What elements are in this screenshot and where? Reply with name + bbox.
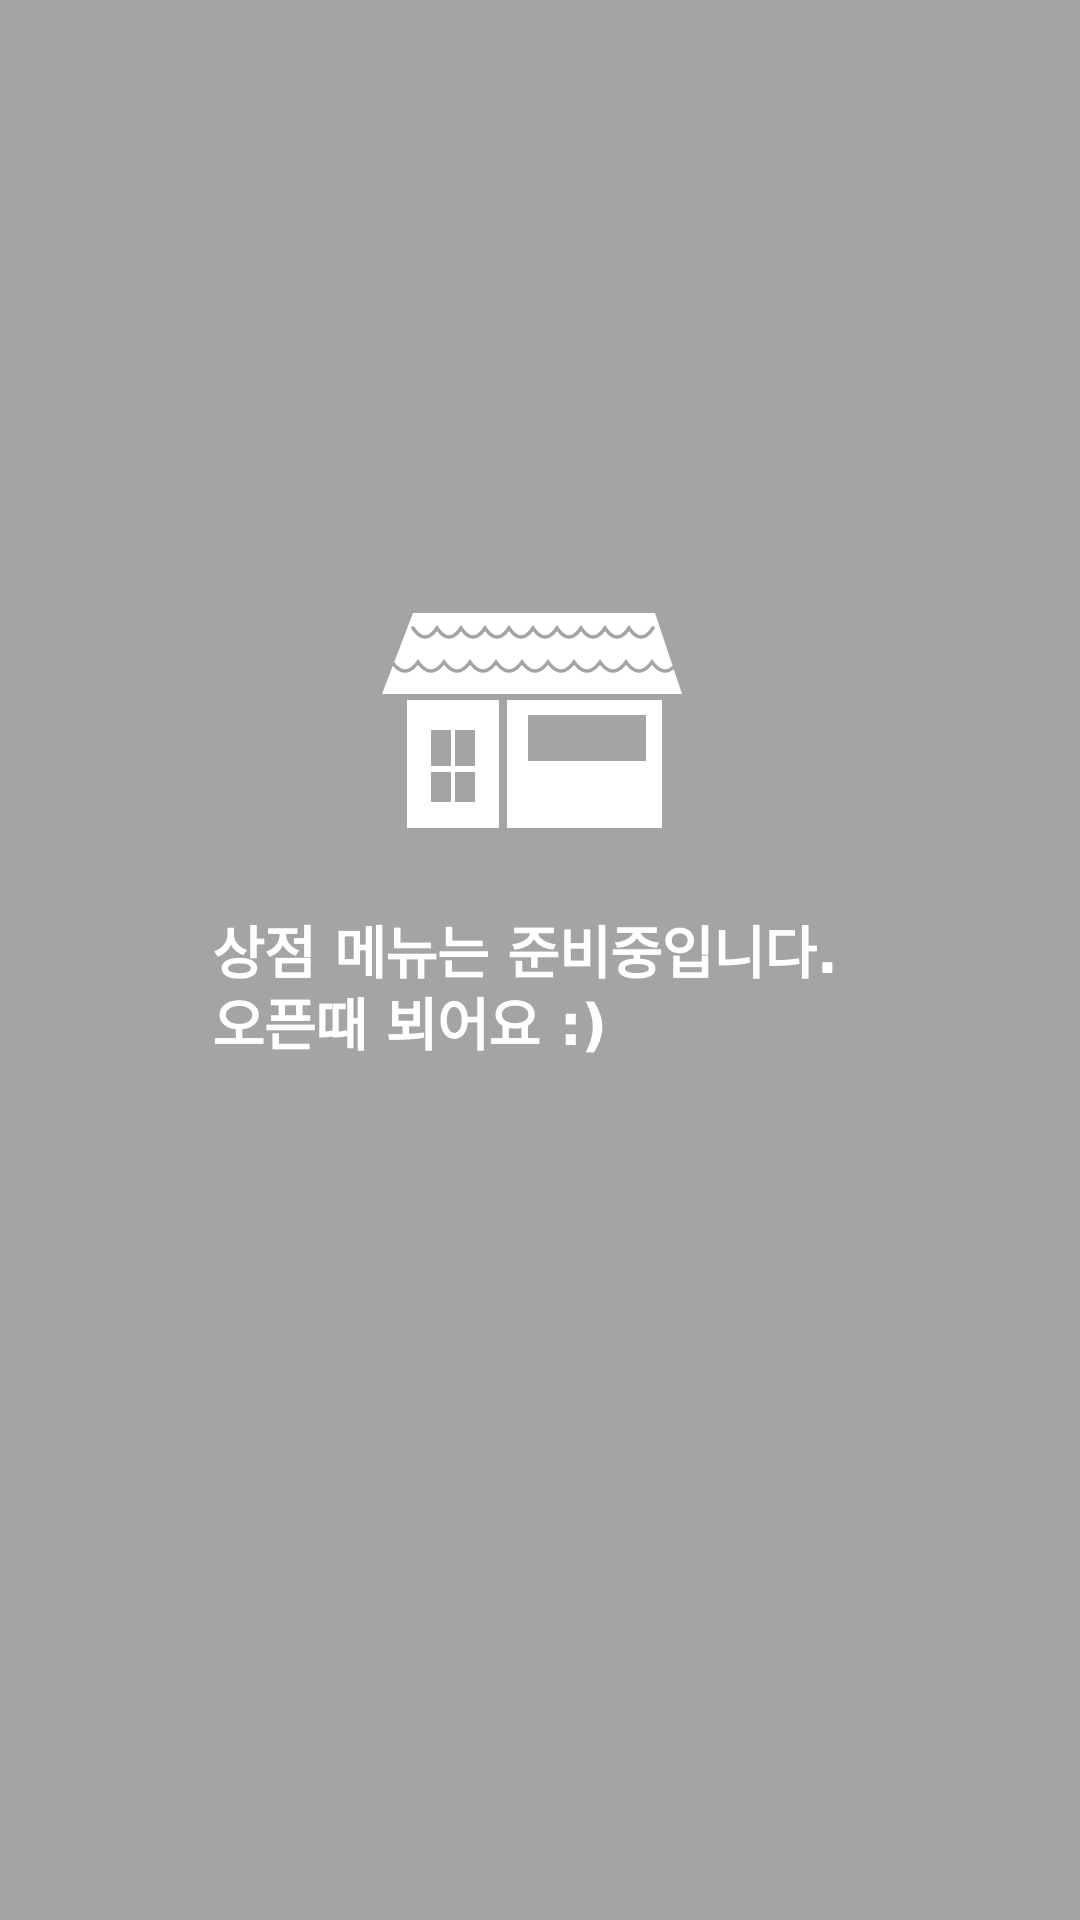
message-line-2: 오픈때 뵈어요 :) [213,993,607,1059]
message-line-1: 상점 메뉴는 준비중입니다. [213,921,838,987]
shop-coming-soon-screen: 상점 메뉴는 준비중입니다. 오픈때 뵈어요 :) [0,0,1080,1920]
coming-soon-message: 상점 메뉴는 준비중입니다. 오픈때 뵈어요 :) [213,918,973,1062]
shop-storefront-icon [380,610,686,830]
